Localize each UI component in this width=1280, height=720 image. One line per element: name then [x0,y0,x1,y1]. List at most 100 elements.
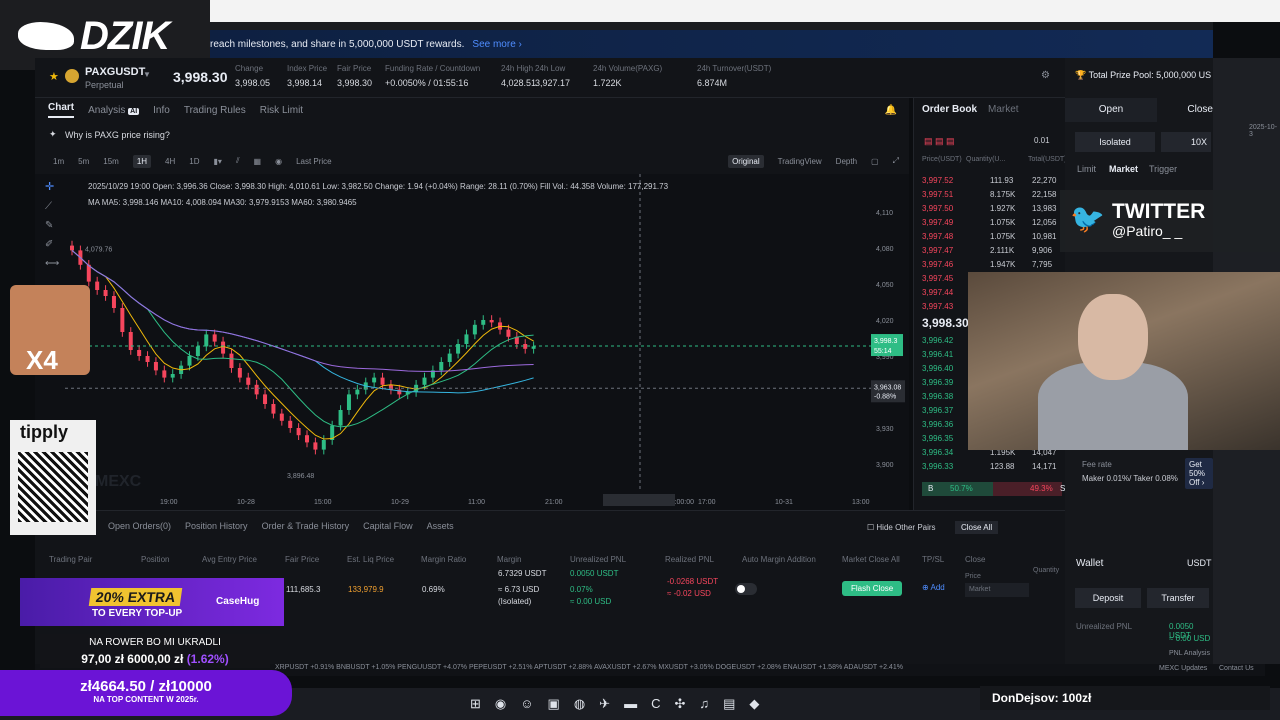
steam-icon[interactable]: ✈ [599,696,610,712]
tf-1d[interactable]: 1D [189,157,199,166]
obs-icon[interactable]: ◍ [574,696,585,712]
ccleaner-icon[interactable]: C [651,696,660,712]
symbol-name[interactable]: PAXGUSDT [85,66,145,78]
price-chart[interactable]: 4,1104,0804,0504,0203,9903,9603,9303,900… [35,174,909,510]
contact-us-link[interactable]: Contact Us [1219,665,1254,672]
folder-icon[interactable]: ▬ [624,696,637,712]
settings-icon[interactable]: ⚙ [1041,70,1050,81]
star-icon[interactable]: ★ [49,70,59,83]
row-price: 3,996.37 [922,406,954,415]
chrome-icon[interactable]: ◉ [495,696,506,712]
bid-row[interactable]: 3,996.33 123.88 14,171 [922,460,1066,474]
tab-order-trade-history[interactable]: Order & Trade History [262,521,350,531]
expand-icon[interactable]: ▢ [871,157,879,166]
tipply-qr: tipply [10,420,96,535]
tab-trading-rules[interactable]: Trading Rules [184,105,246,116]
brush-icon[interactable]: ✐ [45,239,67,250]
close-price-input[interactable]: Market [965,583,1029,597]
close-tab[interactable]: Close [1157,98,1213,122]
order-type-limit[interactable]: Limit [1077,164,1096,174]
notes-icon[interactable]: ▤ [723,696,735,712]
row-price: 3,997.51 [922,190,954,199]
candle-body [422,377,427,385]
bell-icon[interactable]: 🔔 [885,105,897,116]
fullscreen-icon[interactable]: ⤢ [893,156,899,166]
tf-1h[interactable]: 1H [132,154,152,168]
ask-row[interactable]: 3,997.46 1.947K 7,795 [922,258,1066,272]
spotify-icon[interactable]: ♫ [699,696,709,712]
crosshair-icon[interactable]: ✛ [45,180,67,193]
wallet-currency[interactable]: USDT [1187,558,1212,568]
mexc-taskbar-icon[interactable]: ◆ [749,696,759,712]
discord-icon[interactable]: ☺ [520,696,533,712]
last-price-select[interactable]: Last Price [296,157,332,166]
x-tick-label: 10-28 [237,499,255,506]
book-both-icon[interactable]: ▤ ▤ ▤ [924,136,955,147]
order-type-market[interactable]: Market [1109,164,1138,174]
trendline-icon[interactable]: ⟋ [45,201,67,212]
ask-row[interactable]: 3,997.51 8.175K 22,158 [922,188,1066,202]
add-tpsl-button[interactable]: ⊕ Add [922,583,945,592]
tab-assets[interactable]: Assets [427,521,454,531]
order-type-trigger[interactable]: Trigger [1149,164,1177,174]
ticker-text: XRPUSDT +0.91% BNBUSDT +1.05% PENGUUSDT … [275,664,903,671]
tab-open-orders[interactable]: Open Orders(0) [108,521,171,531]
col-fair-price: Fair Price [285,555,320,564]
view-depth[interactable]: Depth [836,157,857,166]
margin-mode-isolated[interactable]: Isolated [1075,132,1155,152]
tf-1m[interactable]: 1m [53,157,64,166]
app-icon[interactable]: ▣ [548,696,560,712]
tab-order-book[interactable]: Order Book [922,104,977,115]
tab-analysis[interactable]: Analysis AI [88,105,140,116]
tab-info[interactable]: Info [153,105,170,116]
boar-icon [18,22,74,50]
ruler-icon[interactable]: ⟷ [45,258,67,269]
tab-chart[interactable]: Chart [48,102,75,118]
view-tradingview[interactable]: TradingView [778,157,822,166]
stat-key: 24h Volume(PAXG) [593,64,663,73]
ask-row[interactable]: 3,997.48 1.075K 10,981 [922,230,1066,244]
tab-capital-flow[interactable]: Capital Flow [363,521,413,531]
ask-row[interactable]: 3,997.52 111.93 22,270 [922,174,1066,188]
tf-5m[interactable]: 5m [78,157,89,166]
view-original[interactable]: Original [728,154,764,168]
chevron-down-icon[interactable]: ▼ [143,70,151,79]
candle-type-icon[interactable]: ▮▾ [214,157,222,166]
ask-row[interactable]: 3,997.47 2.111K 9,906 [922,244,1066,258]
hide-other-pairs[interactable]: ☐ Hide Other Pairs [867,523,936,532]
x-tick-label: 11:00 [468,499,485,506]
close-all-button[interactable]: Close All [955,521,999,534]
x-tick-label: 13:00 [852,499,870,506]
flash-close-button[interactable]: Flash Close [842,581,903,596]
ask-row[interactable]: 3,997.49 1.075K 12,056 [922,216,1066,230]
tf-15m[interactable]: 15m [103,157,119,166]
transfer-button[interactable]: Transfer [1147,588,1209,608]
mexc-updates-link[interactable]: MEXC Updates [1159,665,1207,672]
tf-4h[interactable]: 4H [165,157,175,166]
row-quantity: 1.927K [990,204,1016,213]
layout-icon[interactable]: ▦ [254,157,262,166]
tab-position-history[interactable]: Position History [185,521,248,531]
tab-market-trades[interactable]: Market [988,104,1019,115]
ask-row[interactable]: 3,997.50 1.927K 13,983 [922,202,1066,216]
see-more-link[interactable]: See more › [472,39,521,50]
pen-icon[interactable]: ✎ [45,220,67,231]
stat-value: 4,028.51 [501,78,537,88]
network-icon[interactable]: ✣ [674,696,685,712]
windows-start-icon[interactable]: ⊞ [470,696,481,712]
why-rising-row[interactable]: ✦ Why is PAXG price rising? [35,122,909,148]
indicator-icon[interactable]: ⫽ [236,156,240,166]
fee-discount-button[interactable]: Get 50% Off › [1185,458,1213,489]
row-price: 3,996.42 [922,336,954,345]
pnl-analysis-link[interactable]: PNL Analysis [1169,650,1210,657]
camera-icon[interactable]: ◉ [275,157,282,166]
price-step-select[interactable]: 0.01 [1034,136,1050,145]
open-tab[interactable]: Open [1065,98,1157,122]
candlestick-chart[interactable]: 4,1104,0804,0504,0203,9903,9603,9303,900… [35,174,909,510]
x-tick-label: 19:00 [160,499,178,506]
tab-risk-limit[interactable]: Risk Limit [260,105,303,116]
deposit-button[interactable]: Deposit [1075,588,1141,608]
checkbox-icon[interactable]: ☐ [867,523,874,532]
leverage-select[interactable]: 10X [1161,132,1211,152]
auto-margin-toggle[interactable] [735,583,757,595]
